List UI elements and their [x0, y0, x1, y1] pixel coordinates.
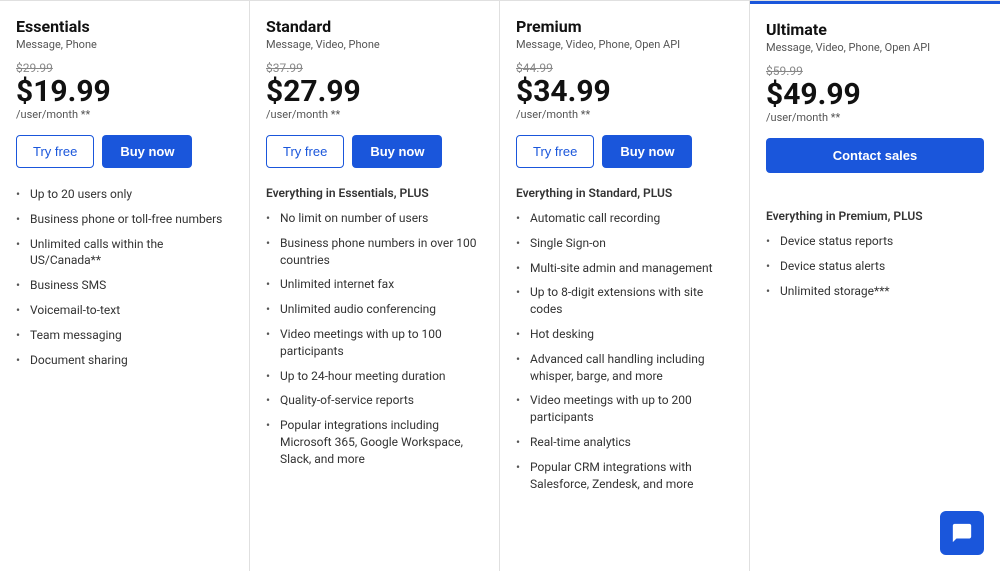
pricing-grid: Essentials Message, Phone $29.99 $19.99 …	[0, 0, 1000, 571]
plan-col-ultimate: Ultimate Message, Video, Phone, Open API…	[750, 1, 1000, 571]
feature-item: Unlimited internet fax	[266, 276, 483, 293]
plan-name-essentials: Essentials	[16, 17, 233, 36]
plan-col-standard: Standard Message, Video, Phone $37.99 $2…	[250, 1, 500, 571]
original-price-ultimate: $59.99	[766, 64, 984, 78]
feature-list-standard: No limit on number of users Business phon…	[266, 210, 483, 476]
btn-row-essentials: Try free Buy now	[16, 135, 233, 168]
btn-try-standard[interactable]: Try free	[266, 135, 344, 168]
feature-item: Voicemail-to-text	[16, 302, 233, 319]
btn-buy-standard[interactable]: Buy now	[352, 135, 442, 168]
plan-col-premium: Premium Message, Video, Phone, Open API …	[500, 1, 750, 571]
btn-contact-ultimate[interactable]: Contact sales	[766, 138, 984, 173]
plan-col-essentials: Essentials Message, Phone $29.99 $19.99 …	[0, 1, 250, 571]
price-note-premium: /user/month **	[516, 108, 733, 121]
feature-item: Up to 20 users only	[16, 186, 233, 203]
feature-item: Automatic call recording	[516, 210, 733, 227]
plan-tagline-premium: Everything in Standard, PLUS	[516, 186, 733, 200]
original-price-essentials: $29.99	[16, 61, 233, 75]
original-price-standard: $37.99	[266, 61, 483, 75]
plan-tagline-ultimate: Everything in Premium, PLUS	[766, 209, 984, 223]
feature-item: Popular CRM integrations with Salesforce…	[516, 459, 733, 493]
feature-item: Real-time analytics	[516, 434, 733, 451]
feature-item: Up to 24-hour meeting duration	[266, 368, 483, 385]
feature-item: Unlimited storage***	[766, 283, 984, 300]
feature-item: No limit on number of users	[266, 210, 483, 227]
feature-item: Hot desking	[516, 326, 733, 343]
feature-item: Business phone or toll-free numbers	[16, 211, 233, 228]
plan-desc-essentials: Message, Phone	[16, 38, 233, 51]
feature-list-essentials: Up to 20 users only Business phone or tol…	[16, 186, 233, 376]
btn-row-ultimate: Contact sales	[766, 138, 984, 191]
feature-item: Document sharing	[16, 352, 233, 369]
feature-item: Business phone numbers in over 100 count…	[266, 235, 483, 269]
plan-tagline-standard: Everything in Essentials, PLUS	[266, 186, 483, 200]
plan-desc-standard: Message, Video, Phone	[266, 38, 483, 51]
price-note-standard: /user/month **	[266, 108, 483, 121]
btn-buy-premium[interactable]: Buy now	[602, 135, 692, 168]
feature-list-ultimate: Device status reports Device status alert…	[766, 233, 984, 307]
btn-row-standard: Try free Buy now	[266, 135, 483, 168]
feature-item: Business SMS	[16, 277, 233, 294]
price-note-essentials: /user/month **	[16, 108, 233, 121]
feature-item: Single Sign-on	[516, 235, 733, 252]
btn-try-premium[interactable]: Try free	[516, 135, 594, 168]
current-price-premium: $34.99	[516, 75, 733, 108]
btn-buy-essentials[interactable]: Buy now	[102, 135, 192, 168]
current-price-ultimate: $49.99	[766, 78, 984, 111]
plan-name-standard: Standard	[266, 17, 483, 36]
feature-item: Video meetings with up to 100 participan…	[266, 326, 483, 360]
plan-desc-ultimate: Message, Video, Phone, Open API	[766, 41, 984, 54]
plan-desc-premium: Message, Video, Phone, Open API	[516, 38, 733, 51]
feature-item: Popular integrations including Microsoft…	[266, 417, 483, 467]
feature-list-premium: Automatic call recording Single Sign-on Mu…	[516, 210, 733, 500]
btn-row-premium: Try free Buy now	[516, 135, 733, 168]
plan-name-premium: Premium	[516, 17, 733, 36]
original-price-premium: $44.99	[516, 61, 733, 75]
feature-item: Unlimited audio conferencing	[266, 301, 483, 318]
feature-item: Multi-site admin and management	[516, 260, 733, 277]
current-price-standard: $27.99	[266, 75, 483, 108]
feature-item: Device status alerts	[766, 258, 984, 275]
feature-item: Unlimited calls within the US/Canada**	[16, 236, 233, 270]
plan-name-ultimate: Ultimate	[766, 20, 984, 39]
feature-item: Team messaging	[16, 327, 233, 344]
feature-item: Video meetings with up to 200 participan…	[516, 392, 733, 426]
btn-try-essentials[interactable]: Try free	[16, 135, 94, 168]
price-note-ultimate: /user/month **	[766, 111, 984, 124]
feature-item: Advanced call handling including whisper…	[516, 351, 733, 385]
feature-item: Device status reports	[766, 233, 984, 250]
feature-item: Quality-of-service reports	[266, 392, 483, 409]
current-price-essentials: $19.99	[16, 75, 233, 108]
chat-button[interactable]	[940, 511, 984, 555]
feature-item: Up to 8-digit extensions with site codes	[516, 284, 733, 318]
